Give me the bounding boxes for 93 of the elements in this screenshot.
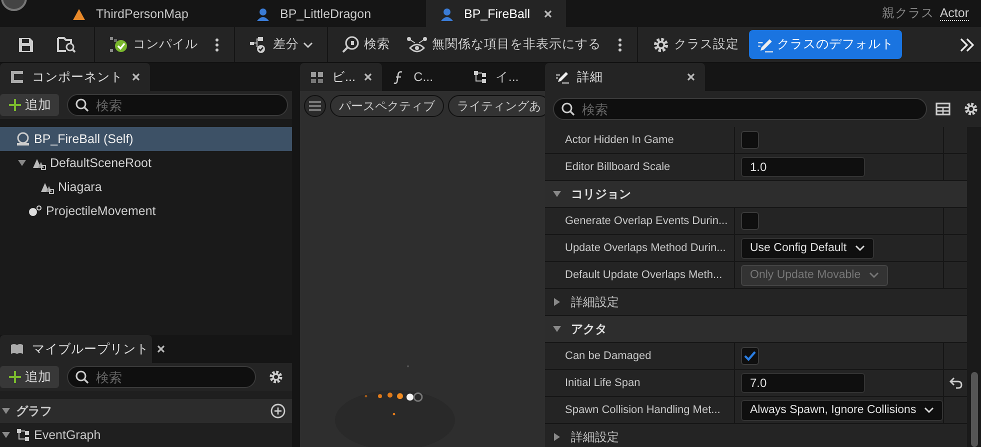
parent-class-label: 親クラス xyxy=(882,5,934,22)
advanced-section[interactable]: 詳細設定 xyxy=(571,428,619,446)
property-label: Editor Billboard Scale xyxy=(565,161,670,173)
category-header[interactable]: アクタ xyxy=(571,320,607,338)
advanced-section[interactable]: 詳細設定 xyxy=(571,294,619,310)
globe-icon xyxy=(16,132,30,146)
document-tab[interactable]: ThirdPersonMap xyxy=(58,0,242,27)
tree-item[interactable]: DefaultSceneRoot xyxy=(0,151,292,175)
tree-item[interactable]: BP_FireBall (Self) xyxy=(0,127,292,151)
panel-tab[interactable]: コンポーネント xyxy=(0,63,150,91)
reset-icon[interactable] xyxy=(948,377,963,389)
close-icon[interactable] xyxy=(544,10,552,18)
chevron-icon xyxy=(868,271,879,279)
search-icon xyxy=(342,36,360,54)
panel-tab[interactable]: 詳細 xyxy=(545,63,705,91)
compile-button[interactable]: コンパイル xyxy=(103,30,204,58)
gear-icon xyxy=(652,36,670,54)
property-label: Spawn Collision Handling Met... xyxy=(565,404,720,416)
person-icon xyxy=(256,6,270,20)
tree-item[interactable]: Niagara xyxy=(0,175,292,199)
person-icon xyxy=(440,6,454,20)
dropdown[interactable]: Use Config Default xyxy=(741,238,874,258)
panel-tab[interactable]: C... xyxy=(382,63,464,91)
expanded-arrow-icon[interactable] xyxy=(2,407,10,415)
logo-icon[interactable] xyxy=(0,0,28,12)
number-field[interactable]: 1.0 xyxy=(741,157,865,177)
plus-icon xyxy=(8,98,22,112)
search-field[interactable]: 検索 xyxy=(67,366,256,388)
search-field[interactable]: 検索 xyxy=(553,98,928,120)
overflow-icon[interactable] xyxy=(959,36,975,52)
tree-item[interactable]: ProjectileMovement xyxy=(0,199,292,223)
expanded-arrow-icon[interactable] xyxy=(553,325,561,333)
chevron-icon xyxy=(854,244,865,252)
pen-icon xyxy=(555,70,569,84)
panel-tab[interactable]: ビ... xyxy=(300,63,382,91)
checkmark-icon xyxy=(109,36,129,54)
search-icon xyxy=(561,102,575,116)
collapsed-arrow-icon[interactable] xyxy=(553,433,561,441)
close-icon[interactable] xyxy=(157,345,165,353)
add-icon[interactable] xyxy=(270,403,286,419)
checkbox[interactable] xyxy=(741,212,759,230)
collapsed-arrow-icon[interactable] xyxy=(553,298,561,306)
grid-icon xyxy=(310,70,324,84)
property-label: Initial Life Span xyxy=(565,377,640,389)
property-label: Can be Damaged xyxy=(565,350,652,362)
chevron-icon xyxy=(924,406,934,414)
close-icon[interactable] xyxy=(364,73,372,81)
expanded-arrow-icon[interactable] xyxy=(18,159,26,167)
hide-unrelated-button[interactable]: 無関係な項目を非表示にする xyxy=(400,30,607,58)
dropdown: Only Update Movable xyxy=(741,264,888,286)
search-field[interactable]: 検索 xyxy=(67,94,288,116)
component-icon xyxy=(10,70,24,84)
number-field[interactable]: 7.0 xyxy=(741,373,865,393)
checkbox[interactable] xyxy=(741,347,759,365)
add-button[interactable]: 追加 xyxy=(0,366,59,388)
property-label: Actor Hidden In Game xyxy=(565,134,674,146)
eye-icon xyxy=(406,36,428,54)
search-icon xyxy=(75,370,89,384)
movement-icon xyxy=(28,204,42,218)
viewport-mode-button[interactable]: パースペクティブ xyxy=(330,95,444,117)
expanded-arrow-icon[interactable] xyxy=(553,190,561,198)
save-icon[interactable] xyxy=(17,36,35,54)
add-button[interactable]: 追加 xyxy=(0,94,59,116)
graph-item[interactable]: EventGraph xyxy=(34,428,101,442)
property-label: Update Overlaps Method Durin... xyxy=(565,242,726,254)
panel-tab[interactable]: イ... xyxy=(463,63,546,91)
property-label: Generate Overlap Events Durin... xyxy=(565,215,728,227)
viewport-mode-button[interactable]: ライティングあ xyxy=(448,95,545,117)
diff-button[interactable]: 差分 xyxy=(243,30,319,58)
class-settings-button[interactable]: クラス設定 xyxy=(646,30,745,58)
document-tab[interactable]: BP_LittleDragon xyxy=(242,0,426,27)
expanded-arrow-icon[interactable] xyxy=(2,431,10,439)
parent-class-link[interactable]: Actor xyxy=(940,6,969,21)
book-icon xyxy=(10,342,24,356)
node-graph-icon xyxy=(473,70,488,84)
document-tab[interactable]: BP_FireBall xyxy=(426,0,566,27)
menu-icon xyxy=(309,101,321,111)
scrollbar[interactable] xyxy=(967,127,981,447)
dropdown[interactable]: Always Spawn, Ignore Collisions xyxy=(741,400,944,420)
class-defaults-button[interactable]: クラスのデフォルト xyxy=(749,30,902,59)
chevron-icon xyxy=(303,40,313,48)
pen-icon xyxy=(757,36,773,52)
node-graph-icon xyxy=(16,428,30,442)
level-icon xyxy=(72,6,86,20)
close-icon[interactable] xyxy=(132,73,140,81)
folder-search-icon[interactable] xyxy=(57,36,77,54)
checkbox[interactable] xyxy=(741,131,759,149)
find-button[interactable]: 検索 xyxy=(336,30,396,58)
category-header[interactable]: コリジョン xyxy=(571,186,631,202)
plus-icon xyxy=(8,370,22,384)
property-label: Default Update Overlaps Meth... xyxy=(565,269,722,281)
search-icon xyxy=(75,98,89,112)
close-icon[interactable] xyxy=(687,73,695,81)
